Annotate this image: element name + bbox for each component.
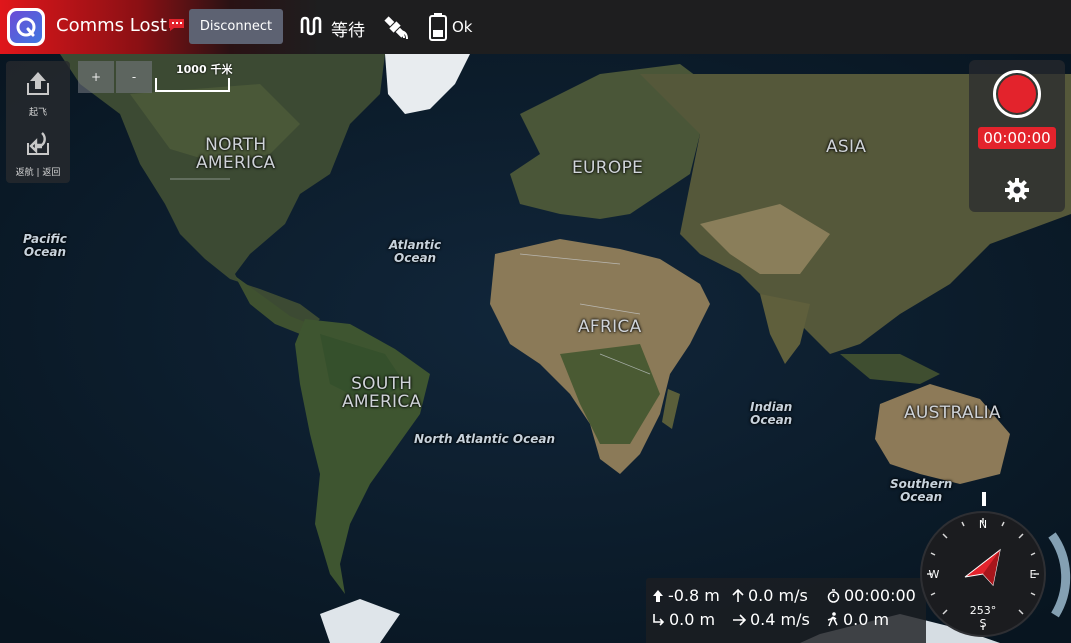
- distance-value: 0.0 m: [843, 610, 890, 629]
- label-south-america: SOUTH AMERICA: [342, 375, 422, 412]
- label-indian-ocean: Indian Ocean: [750, 401, 792, 426]
- label-pacific-line2: Ocean: [23, 244, 66, 259]
- altitude-readout: -0.8 m: [652, 586, 720, 605]
- gear-icon[interactable]: [1004, 177, 1030, 203]
- label-north-america-line2: AMERICA: [196, 152, 276, 173]
- label-pacific-line1: Pacific: [23, 232, 67, 246]
- label-atlantic-ocean: Atlantic Ocean: [389, 239, 441, 264]
- distance-home-readout: 0.0 m: [652, 610, 715, 629]
- record-icon: [998, 75, 1036, 113]
- app-logo-icon: [10, 11, 42, 43]
- compass-outer-arc: [1048, 532, 1071, 618]
- flight-mode-label[interactable]: 等待: [331, 16, 365, 41]
- flight-time-readout: 00:00:00: [827, 586, 916, 605]
- compass-south-label: S: [980, 617, 987, 630]
- label-pacific-ocean: Pacific Ocean: [23, 233, 67, 258]
- zoom-out-button[interactable]: -: [116, 61, 152, 93]
- takeoff-icon: [27, 72, 49, 95]
- label-atlantic-line1: Atlantic: [389, 238, 442, 252]
- label-australia: AUSTRALIA: [904, 403, 1001, 423]
- compass-west-label: W: [929, 568, 940, 581]
- record-button[interactable]: [993, 70, 1041, 118]
- ground-speed-icon: [733, 613, 746, 626]
- label-indian-line2: Ocean: [750, 412, 793, 427]
- compass-widget[interactable]: N S E W 253°: [917, 490, 1071, 643]
- world-map[interactable]: NORTH AMERICA SOUTH AMERICA EUROPE ASIA …: [0, 54, 1071, 643]
- return-button[interactable]: 返航 | 返回: [6, 123, 70, 179]
- label-atlantic-line2: Ocean: [394, 250, 437, 265]
- map-scale-label: 1000 千米: [176, 63, 233, 76]
- ground-speed-readout: 0.4 m/s: [732, 610, 810, 629]
- stopwatch-icon: [827, 588, 840, 603]
- label-southern-line1: Southern: [890, 477, 953, 491]
- takeoff-button[interactable]: 起飞: [6, 63, 70, 119]
- label-africa: AFRICA: [578, 317, 642, 337]
- battery-status-label[interactable]: Ok: [452, 18, 473, 36]
- takeoff-label: 起飞: [28, 108, 47, 118]
- battery-icon[interactable]: [428, 12, 448, 41]
- flight-mode-icon[interactable]: [299, 15, 325, 37]
- compass-heading-value: 253°: [970, 604, 997, 617]
- tool-strip: 起飞 返航 | 返回: [6, 61, 70, 183]
- map-scale-bar: [155, 78, 230, 92]
- vertical-speed-icon: [732, 588, 744, 602]
- disconnect-button[interactable]: Disconnect: [189, 9, 283, 44]
- return-icon: [27, 132, 49, 155]
- compass-top-marker: [982, 492, 986, 506]
- comms-status-label[interactable]: Comms Lost: [56, 15, 167, 36]
- gps-satellite-icon[interactable]: [380, 12, 410, 42]
- altitude-icon: [653, 589, 663, 602]
- telemetry-panel[interactable]: -0.8 m 0.0 m/s 00:00:00 0.0 m 0.4 m/s 0.…: [646, 578, 926, 643]
- label-north-america: NORTH AMERICA: [196, 136, 276, 173]
- record-timer: 00:00:00: [978, 127, 1056, 149]
- distance-readout: 0.0 m: [827, 610, 889, 629]
- map-imagery: [0, 54, 1071, 643]
- label-south-america-line2: AMERICA: [342, 391, 422, 412]
- distance-home-icon: [653, 613, 665, 626]
- vertical-speed-readout: 0.0 m/s: [732, 586, 808, 605]
- app-logo-button[interactable]: [7, 8, 45, 46]
- zoom-in-button[interactable]: +: [78, 61, 114, 93]
- label-indian-line1: Indian: [750, 400, 793, 414]
- message-icon[interactable]: [168, 18, 185, 32]
- label-asia: ASIA: [826, 137, 867, 157]
- top-toolbar: Comms Lost Disconnect 等待 Ok: [0, 0, 1071, 54]
- distance-home-value: 0.0 m: [669, 610, 716, 629]
- compass-east-label: E: [1030, 568, 1037, 581]
- label-europe: EUROPE: [572, 158, 644, 178]
- compass-north-label: N: [979, 518, 987, 531]
- camera-panel: 00:00:00: [969, 60, 1065, 212]
- label-north-atlantic-ocean: North Atlantic Ocean: [414, 432, 556, 446]
- flight-time-value: 00:00:00: [844, 586, 916, 605]
- vertical-speed-value: 0.0 m/s: [748, 586, 808, 605]
- return-label: 返航 | 返回: [15, 168, 61, 178]
- altitude-value: -0.8 m: [668, 586, 720, 605]
- walking-icon: [827, 612, 838, 627]
- ground-speed-value: 0.4 m/s: [750, 610, 810, 629]
